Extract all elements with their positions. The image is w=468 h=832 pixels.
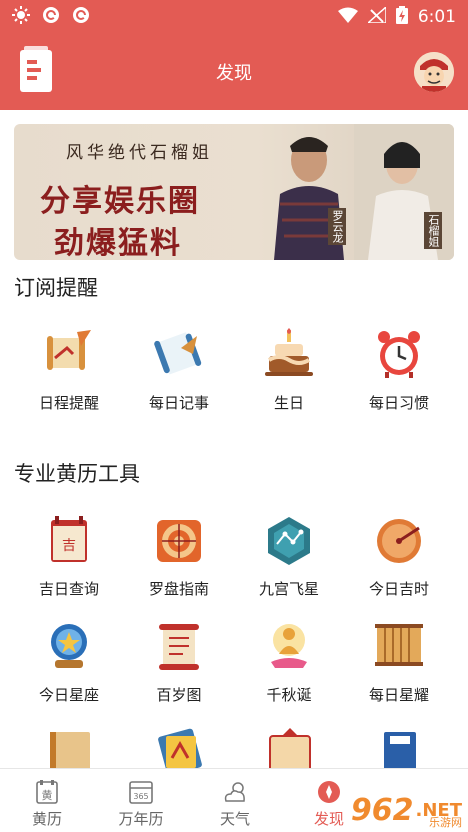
grid-item-label: 罗盘指南 [148,580,209,598]
grid-item-birthday-saints[interactable]: 千秋诞 [234,620,344,705]
grid-item-daily-star[interactable]: 每日星耀 [344,620,454,705]
app-icon [72,6,90,28]
sign-board-icon[interactable] [264,728,316,768]
alarm-clock-icon [373,328,425,380]
weather-icon [222,779,248,805]
battery-charging-icon [395,5,408,29]
clock-time: 6:01 [417,7,456,27]
svg-text:黄: 黄 [42,788,53,802]
wifi-icon [337,7,358,28]
hexagon-stars-icon [263,514,315,566]
grid-item-hundred-years[interactable]: 百岁图 [124,620,234,705]
grid-item-birthday[interactable]: 生日 [234,328,344,413]
scroll-icon [153,620,205,672]
almanac-logo-icon[interactable] [16,46,56,96]
watermark-logo: 962 .NET 乐游网 [350,793,462,829]
nav-tab-weather[interactable]: 天气 [188,769,282,832]
grid-item-lucky-day[interactable]: 吉 吉日查询 [14,514,124,599]
svg-text:365: 365 [133,792,148,801]
grid-item-label: 今日吉时 [368,580,429,598]
banner-tag-right: 石榴姐 [424,212,442,249]
app-icon [42,6,60,28]
grid-item-label: 生日 [273,394,304,412]
scroll-quill-icon [43,328,95,380]
grid-item-label: 今日星座 [38,686,99,704]
grid-item-label: 吉日查询 [38,580,99,598]
grid-item-label: 九宫飞星 [258,580,319,598]
section-title-subscribe: 订阅提醒 [14,276,98,300]
grid-item-label: 千秋诞 [266,686,312,704]
horse-card-icon[interactable] [154,728,206,768]
banner-headline-2: 劲爆猛料 [54,226,182,260]
nav-tab-almanac[interactable]: 黄 黄历 [0,769,94,832]
bamboo-slips-icon [373,620,425,672]
star-globe-icon [43,620,95,672]
page-title: 发现 [216,63,252,84]
grid-item-label: 每日记事 [148,394,209,412]
grid-item-habit[interactable]: 每日习惯 [344,328,454,413]
nav-label: 万年历 [118,810,164,828]
grid-item-label: 每日星耀 [368,686,429,704]
grid-item-diary[interactable]: 每日记事 [124,328,234,413]
grid-item-nine-palace[interactable]: 九宫飞星 [234,514,344,599]
nav-label: 黄历 [31,810,62,828]
grid-item-label: 每日习惯 [368,394,429,412]
svg-text:吉: 吉 [62,538,76,554]
banner-headline-1: 分享娱乐圈 [40,184,200,219]
grid-item-schedule[interactable]: 日程提醒 [14,328,124,413]
banner-tag-left: 罗云龙 [328,208,346,245]
section-title-tools: 专业黄历工具 [14,462,140,486]
avatar[interactable] [414,52,454,92]
watermark-sub: 乐游网 [429,816,462,829]
grid-item-compass[interactable]: 罗盘指南 [124,514,234,599]
sun-icon [12,6,30,28]
calendar-icon: 吉 [43,514,95,566]
nav-label: 天气 [219,810,250,828]
compass-icon [153,514,205,566]
grid-item-horoscope[interactable]: 今日星座 [14,620,124,705]
grid-item-label: 日程提醒 [38,394,99,412]
nav-tab-calendar[interactable]: 365 万年历 [94,769,188,832]
buddha-icon [263,620,315,672]
signal-off-icon [365,4,387,28]
discover-icon [316,779,342,805]
almanac-icon: 黄 [34,779,60,805]
promo-banner[interactable]: 风华绝代石榴姐 分享娱乐圈 劲爆猛料 罗云龙 石榴姐 [14,124,454,260]
sundial-icon [373,514,425,566]
grid-item-label: 百岁图 [156,686,202,704]
blue-book-icon[interactable] [374,728,426,768]
banner-subtitle: 风华绝代石榴姐 [66,143,213,163]
grid-item-lucky-hour[interactable]: 今日吉时 [344,514,454,599]
cake-icon [263,328,315,380]
scroll-note-icon [153,328,205,380]
watermark-number: 962 [350,793,414,828]
book-icon[interactable] [44,728,96,768]
status-bar: 6:01 [0,0,468,34]
calendar-365-icon: 365 [128,779,154,805]
app-header: 发现 [0,34,468,110]
